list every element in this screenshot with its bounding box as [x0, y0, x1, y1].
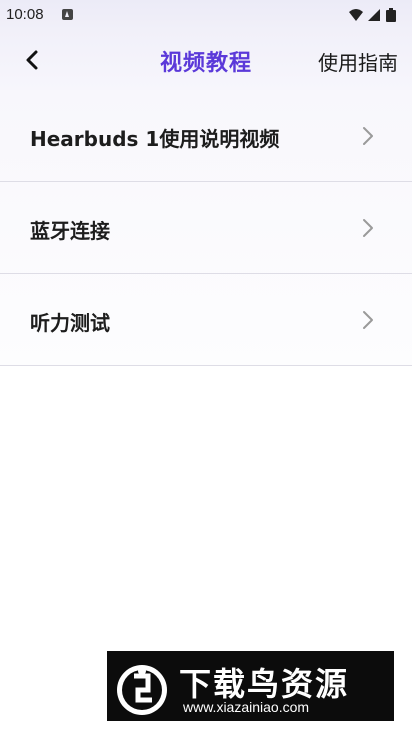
- bird-logo-icon: [117, 665, 167, 715]
- chevron-right-icon: [363, 127, 373, 145]
- wifi-icon: [349, 9, 363, 21]
- watermark-url: www.xiazainiao.com: [183, 699, 310, 715]
- list-item[interactable]: 蓝牙连接: [0, 182, 412, 274]
- status-bar: 10:08: [0, 0, 412, 30]
- system-icons: [348, 7, 404, 23]
- chevron-right-icon: [363, 219, 373, 237]
- video-tutorial-list: Hearbuds 1使用说明视频 蓝牙连接 听力测试: [0, 90, 412, 366]
- status-time: 10:08: [6, 6, 44, 23]
- chevron-right-icon: [363, 311, 373, 329]
- list-item[interactable]: Hearbuds 1使用说明视频: [0, 90, 412, 182]
- list-item[interactable]: 听力测试: [0, 274, 412, 366]
- user-guide-button[interactable]: 使用指南: [318, 47, 398, 76]
- list-item-label: 蓝牙连接: [30, 219, 110, 243]
- a-notification-icon: [62, 9, 73, 20]
- signal-icon: [368, 9, 380, 21]
- battery-icon: [386, 8, 396, 22]
- app-header: 视频教程 使用指南: [0, 30, 412, 90]
- list-item-label: Hearbuds 1使用说明视频: [30, 127, 280, 151]
- watermark: 下载鸟资源 www.xiazainiao.com: [107, 651, 394, 721]
- list-item-label: 听力测试: [30, 311, 110, 335]
